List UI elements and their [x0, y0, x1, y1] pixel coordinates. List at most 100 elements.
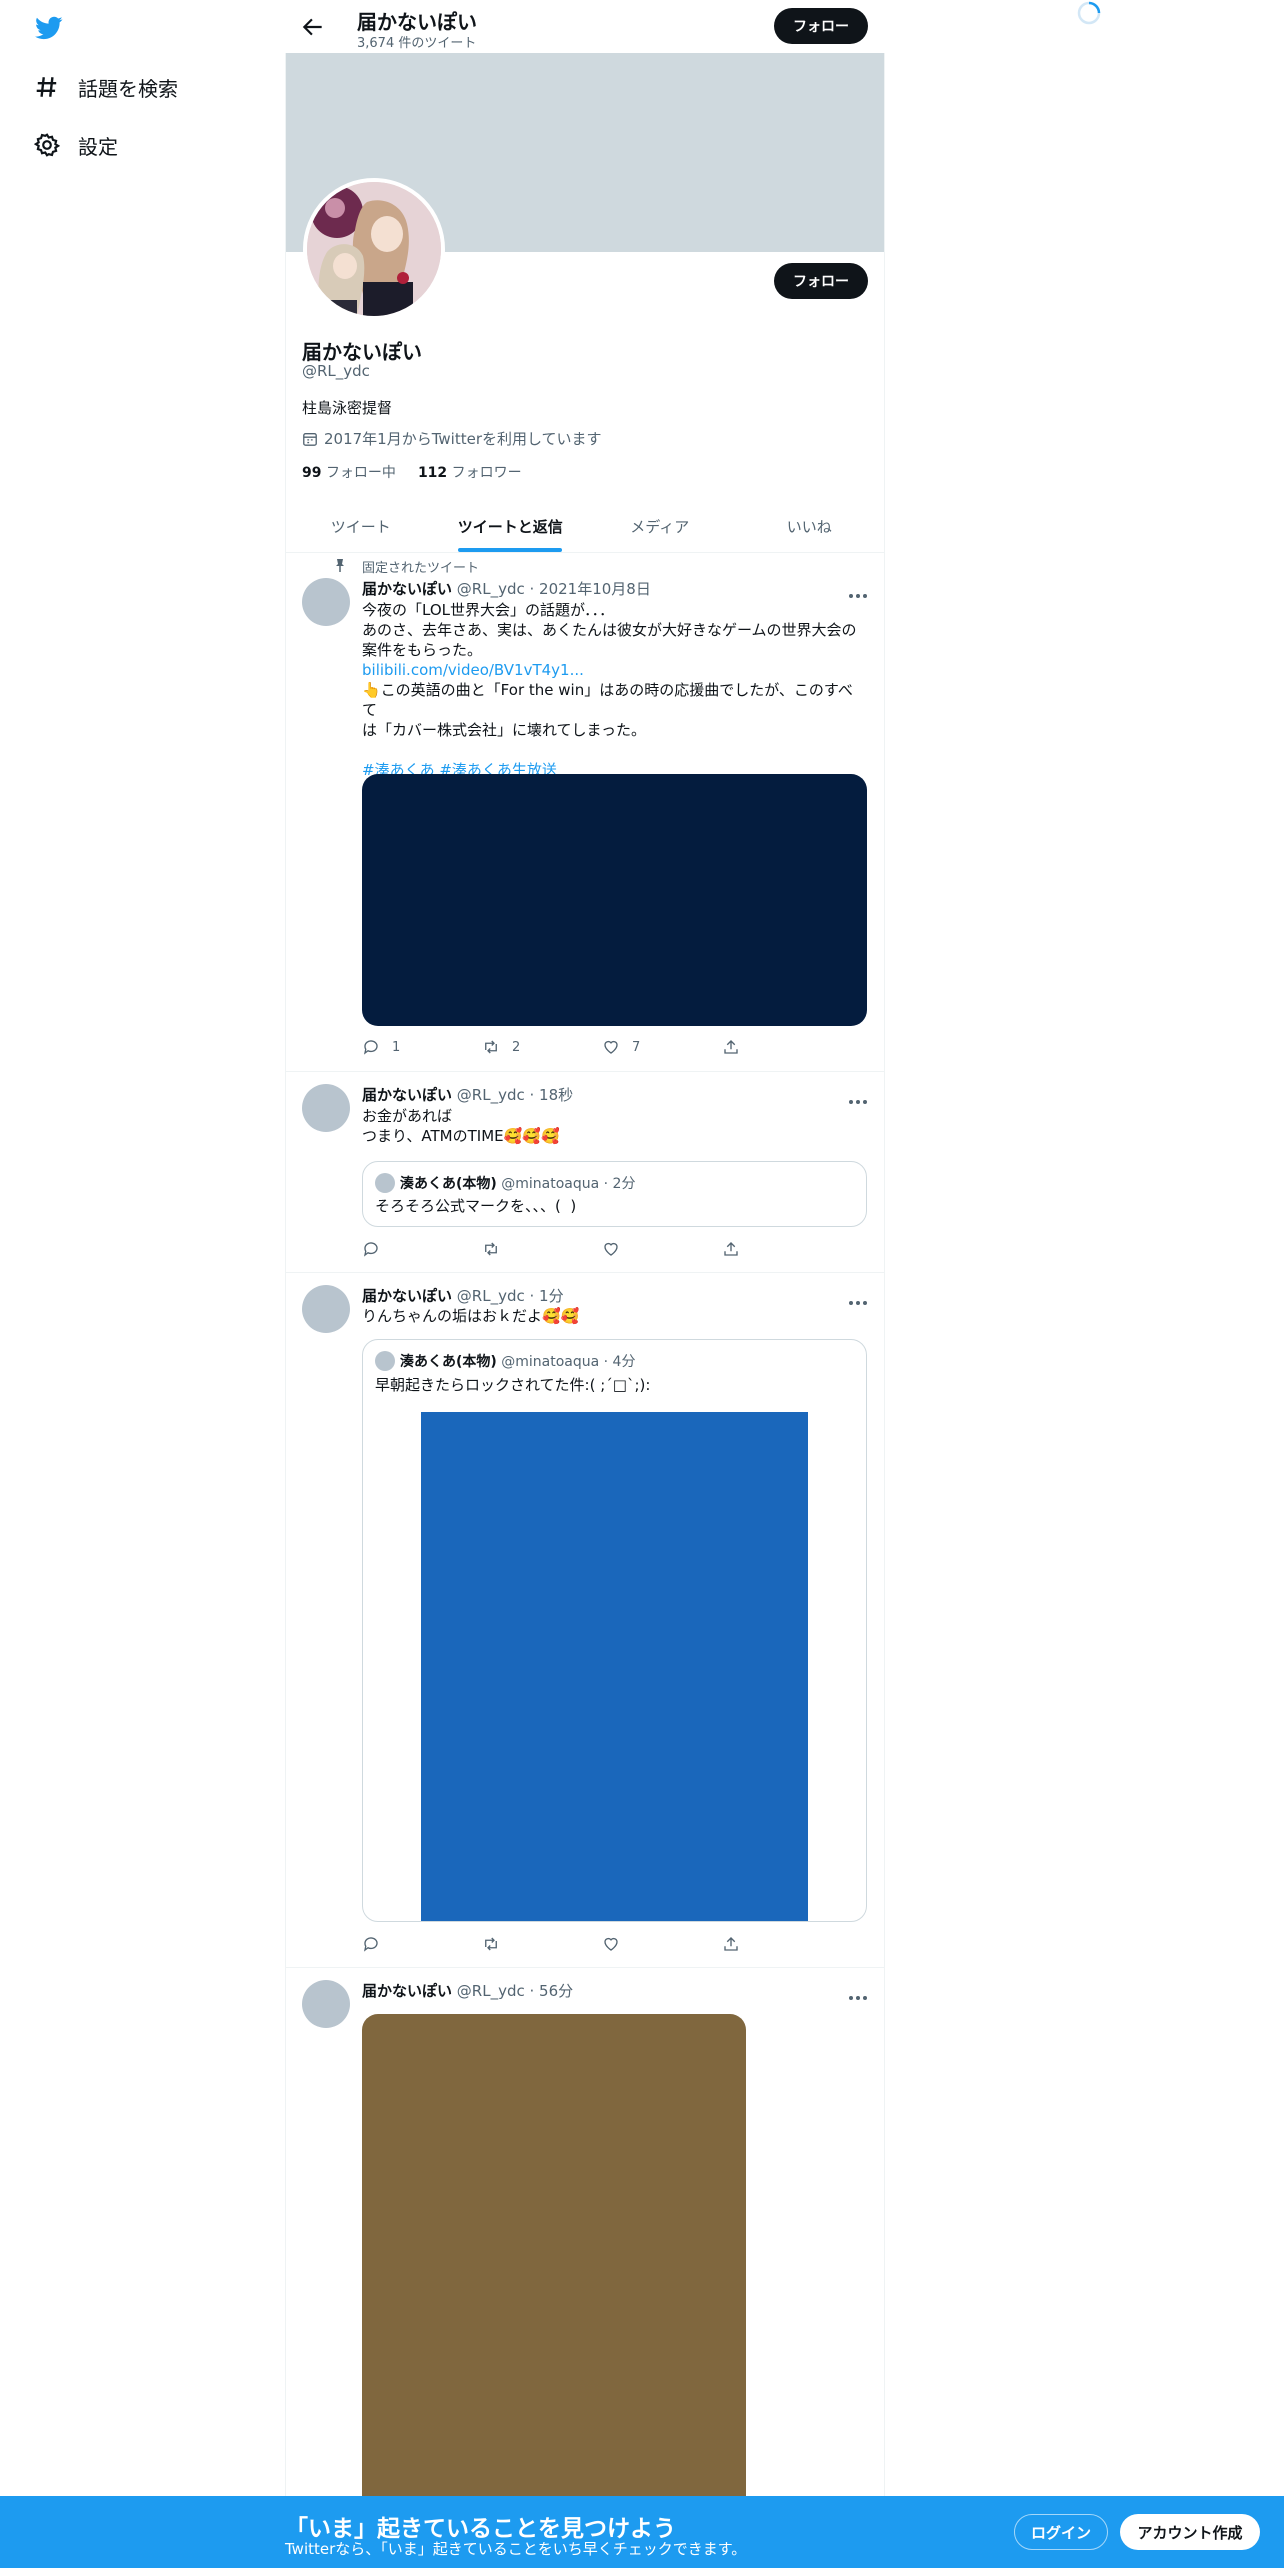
tweet-header: 届かないぽい @RL_ydc · 1分	[362, 1285, 564, 1306]
profile-joined-text: 2017年1月からTwitterを利用しています	[324, 430, 602, 448]
followers-count: 112	[417, 465, 448, 481]
more-options-icon[interactable]	[847, 584, 869, 598]
followers-link[interactable]: 112 フォロワー	[418, 462, 522, 482]
tweet-header: 届かないぽい @RL_ydc · 18秒	[362, 1084, 573, 1105]
following-count: 99	[302, 465, 322, 481]
tweet-author-name[interactable]: 届かないぽい	[362, 1287, 452, 1305]
tweet-text: 今夜の「LOL世界大会」の話題が．．． あのさ、去年さあ、実は、あくたんは彼女が…	[362, 600, 862, 780]
tweet-author-name[interactable]: 届かないぽい	[362, 580, 452, 598]
more-options-icon[interactable]	[847, 1291, 869, 1305]
tweet-header: 届かないぽい @RL_ydc · 56分	[362, 1980, 573, 2001]
reply-button[interactable]	[362, 1240, 482, 1258]
heart-icon	[604, 1937, 618, 1951]
quote-author-name: 湊あくあ(本物)	[400, 1354, 497, 1370]
share-icon	[724, 1937, 738, 1951]
more-options-icon[interactable]	[847, 1090, 869, 1104]
signup-banner-subtitle: Twitterなら、「いま」起きていることをいち早くチェックできます。	[285, 2540, 747, 2558]
tweet-link[interactable]: bilibili.com/video/BV1vT4y1...	[362, 660, 862, 680]
tweet-meta: @RL_ydc · 56分	[456, 1982, 574, 2000]
quote-meta: @minatoaqua · 2分	[501, 1176, 636, 1192]
share-icon	[724, 1040, 738, 1054]
like-button[interactable]	[602, 1240, 722, 1258]
quote-text: 早朝起きたらロックされてた件:( ;´□`;):	[375, 1376, 651, 1394]
signup-button[interactable]: アカウント作成	[1120, 2514, 1260, 2550]
tweet-text-line: あのさ、去年さあ、実は、あくたんは彼女が大好きなゲームの世界大会の	[362, 621, 857, 639]
profile-display-name: 届かないぽい	[302, 340, 422, 364]
tweet-avatar[interactable]	[302, 1084, 350, 1132]
tweet-text-line: 案件をもらった。	[362, 641, 483, 659]
header-tweet-count: 3,674 件のツイート	[357, 36, 477, 51]
profile-tabs: ツイート ツイートと返信 メディア いいね	[286, 500, 884, 553]
profile-follow-stats: 99 フォロー中 112 フォロワー	[302, 462, 522, 482]
quote-text: そろそろ公式マークを、、、( ︎︎︎︎︎︎ )	[375, 1197, 577, 1215]
retweet-icon	[485, 1242, 497, 1256]
quote-avatar	[375, 1173, 395, 1193]
tweet-divider	[286, 1071, 884, 1072]
retweet-icon	[485, 1040, 497, 1054]
followers-label: フォロワー	[451, 465, 522, 481]
like-button[interactable]: 7	[602, 1038, 722, 1056]
tweet-text: りんちゃんの垢はおｋだよ🥰🥰	[362, 1306, 862, 1326]
like-count: 7	[632, 1039, 641, 1055]
reply-icon	[363, 1937, 378, 1952]
retweet-button[interactable]	[482, 1240, 602, 1258]
tweet-author-name[interactable]: 届かないぽい	[362, 1086, 452, 1104]
reply-icon	[363, 1242, 378, 1257]
quote-meta: @minatoaqua · 4分	[501, 1354, 636, 1370]
reply-button[interactable]: 1	[362, 1038, 482, 1056]
profile-bio: 柱島泳密提督	[302, 399, 393, 417]
tweet-text-line: お金があれば	[362, 1107, 453, 1125]
profile-handle: @RL_ydc	[302, 362, 370, 380]
tweet-text-line: は「カバー株式会社」に壊れてしまった。	[362, 721, 646, 739]
tweet-author-name[interactable]: 届かないぽい	[362, 1982, 452, 2000]
share-icon	[724, 1242, 738, 1256]
tweet-meta: @RL_ydc · 2021年10月8日	[456, 580, 651, 598]
header-name: 届かないぽい	[357, 10, 477, 34]
share-button[interactable]	[722, 1240, 842, 1258]
tweet-avatar[interactable]	[302, 578, 350, 626]
back-arrow-icon[interactable]	[300, 14, 326, 40]
profile-avatar[interactable]	[303, 178, 445, 320]
retweet-icon	[485, 1937, 497, 1951]
tab-media[interactable]: メディア	[585, 500, 735, 552]
tweet-actions	[362, 1935, 842, 1953]
more-options-icon[interactable]	[847, 1986, 869, 2000]
tweet-text-line: 👆この英語の曲と「For the win」はあの時の応援曲でしたが、このすべて	[362, 681, 853, 719]
tab-tweets[interactable]: ツイート	[286, 500, 436, 552]
like-button[interactable]	[602, 1935, 722, 1953]
retweet-button[interactable]	[482, 1935, 602, 1953]
tab-tweets-and-replies[interactable]: ツイートと返信	[436, 500, 586, 552]
loading-spinner-icon	[1076, 0, 1102, 26]
tweet-avatar[interactable]	[302, 1980, 350, 2028]
login-button[interactable]: ログイン	[1014, 2514, 1108, 2550]
nav-settings[interactable]: 設定	[34, 125, 118, 165]
twitter-logo-icon[interactable]	[33, 14, 65, 42]
tab-likes[interactable]: いいね	[735, 500, 885, 552]
following-link[interactable]: 99 フォロー中	[302, 462, 396, 482]
pin-icon	[334, 557, 346, 572]
quote-tweet[interactable]: 湊あくあ(本物) @minatoaqua · 4分 早朝起きたらロックされてた件…	[362, 1339, 867, 1922]
share-button[interactable]	[722, 1935, 842, 1953]
quote-media-image[interactable]	[421, 1412, 808, 1921]
reply-button[interactable]	[362, 1935, 482, 1953]
profile-joined: 2017年1月からTwitterを利用しています	[302, 428, 602, 449]
reply-count: 1	[392, 1039, 401, 1055]
header-follow-button[interactable]: フォロー	[774, 8, 868, 44]
quote-author-name: 湊あくあ(本物)	[400, 1176, 497, 1192]
tweet-meta: @RL_ydc · 1分	[456, 1287, 564, 1305]
tweet-media-image[interactable]	[362, 2014, 746, 2514]
hashtag-icon	[36, 77, 57, 97]
tweet-avatar[interactable]	[302, 1285, 350, 1333]
tweet-divider	[286, 1272, 884, 1273]
nav-explore[interactable]: 話題を検索	[34, 67, 178, 107]
quote-tweet[interactable]: 湊あくあ(本物) @minatoaqua · 2分 そろそろ公式マークを、、、(…	[362, 1161, 867, 1227]
profile-follow-button[interactable]: フォロー	[774, 263, 868, 299]
reply-icon	[363, 1040, 378, 1055]
tweet-text: お金があれば つまり、ATMのTIME🥰🥰🥰	[362, 1106, 862, 1146]
nav-settings-label: 設定	[78, 134, 118, 159]
tweet-media-video[interactable]	[362, 774, 867, 1026]
share-button[interactable]	[722, 1038, 842, 1056]
quote-avatar	[375, 1351, 395, 1371]
retweet-button[interactable]: 2	[482, 1038, 602, 1056]
pinned-label: 固定されたツイート	[362, 561, 480, 576]
